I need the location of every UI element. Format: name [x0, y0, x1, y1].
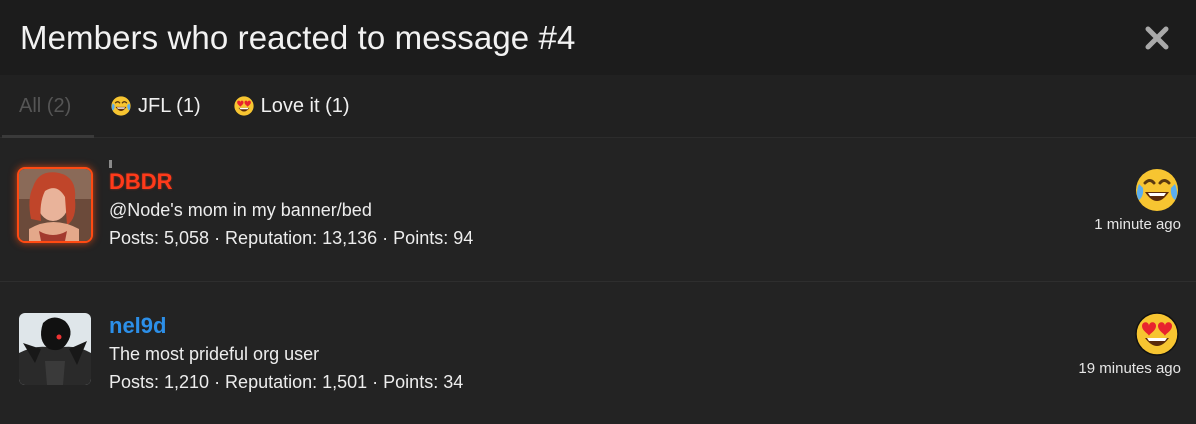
- member-tagline: The most prideful org user: [109, 344, 320, 364]
- reaction-time: 1 minute ago: [1094, 216, 1181, 233]
- tab-jfl-label: JFL (1): [138, 94, 201, 117]
- reaction-info: 1 minute ago: [1094, 166, 1181, 233]
- tab-love-it[interactable]: Love it (1): [217, 75, 366, 137]
- member-stats: Posts: 5,058 · Reputation: 13,136 · Poin…: [109, 228, 474, 248]
- list-item: nel9d The most prideful org user Posts: …: [0, 282, 1196, 424]
- close-icon: [1145, 26, 1169, 49]
- avatar-image: [19, 313, 91, 385]
- avatar-image: [19, 169, 91, 241]
- username-link[interactable]: nel9d: [109, 314, 463, 338]
- avatar[interactable]: [19, 313, 91, 385]
- status-marker: [109, 160, 112, 168]
- member-tagline: @Node's mom in my banner/bed: [109, 200, 372, 220]
- tab-jfl[interactable]: JFL (1): [94, 75, 217, 137]
- member-list: DBDR @Node's mom in my banner/bed Posts:…: [0, 138, 1196, 424]
- member-info: DBDR @Node's mom in my banner/bed Posts:…: [109, 170, 473, 250]
- member-info: nel9d The most prideful org user Posts: …: [109, 314, 463, 394]
- reaction-info: 19 minutes ago: [1078, 310, 1181, 377]
- reaction-tabs: All (2) JFL (1) Love it (1): [0, 75, 1196, 138]
- tab-love-it-label: Love it (1): [260, 94, 350, 117]
- member-stats: Posts: 1,210 · Reputation: 1,501 · Point…: [109, 372, 464, 392]
- avatar[interactable]: [19, 169, 91, 241]
- dialog-header: Members who reacted to message #4: [0, 0, 1196, 75]
- reaction-time: 19 minutes ago: [1078, 360, 1181, 377]
- dialog-title: Members who reacted to message #4: [20, 18, 576, 56]
- joy-crying-emoji-icon: [1136, 169, 1178, 211]
- reactions-dialog: Members who reacted to message #4 All (2…: [0, 0, 1196, 424]
- tab-all[interactable]: All (2): [2, 75, 94, 138]
- close-button[interactable]: [1142, 23, 1172, 53]
- heart-eyes-emoji-icon: [233, 96, 254, 116]
- list-item: DBDR @Node's mom in my banner/bed Posts:…: [0, 138, 1196, 282]
- tab-all-label: All (2): [19, 94, 72, 117]
- heart-eyes-emoji-icon: [1135, 312, 1179, 356]
- joy-crying-emoji-icon: [111, 96, 131, 116]
- username-link[interactable]: DBDR: [109, 170, 473, 194]
